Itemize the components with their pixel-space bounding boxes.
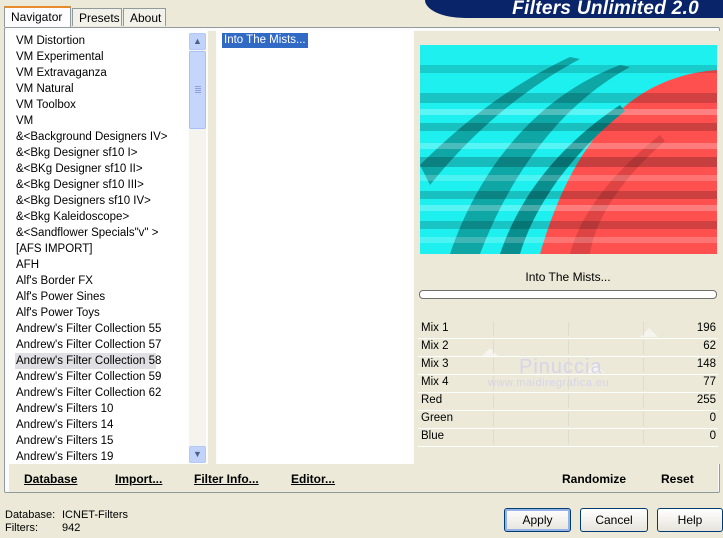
app-banner: Filters Unlimited 2.0 (425, 0, 723, 19)
progress-bar (419, 290, 717, 299)
filter-list-item[interactable]: VM Distortion (16, 33, 85, 49)
slider-tick (568, 322, 569, 336)
database-status-value: ICNET-Filters (62, 509, 128, 521)
watermark-name: Pinuccia (519, 356, 603, 378)
list-separator (208, 31, 216, 464)
filter-list-item[interactable]: &<BKg Designer sf10 II> (16, 161, 143, 177)
slider-tick (493, 340, 494, 354)
filter-list-item[interactable]: Andrew's Filter Collection 59 (16, 369, 161, 385)
filter-list-item[interactable]: VM Natural (16, 81, 74, 97)
filter-list-item[interactable]: Andrew's Filter Collection 57 (16, 337, 161, 353)
slider-label: Red (421, 394, 443, 406)
filter-list-item[interactable]: Alf's Power Sines (16, 289, 105, 305)
app-title: Filters Unlimited 2.0 (512, 0, 699, 19)
apply-button[interactable]: Apply (504, 508, 571, 532)
chevron-down-icon[interactable]: ▼ (189, 446, 206, 463)
slider-row[interactable]: Blue 0 (418, 428, 718, 447)
slider-tick (643, 322, 644, 336)
filter-name-label: Into The Mists... (525, 270, 611, 284)
slider-value: 0 (709, 430, 716, 442)
slider-label: Mix 3 (421, 358, 449, 370)
filter-list-item[interactable]: Alf's Border FX (16, 273, 93, 289)
filter-list-item[interactable]: VM Toolbox (16, 97, 76, 113)
effect-item-selected[interactable]: Into The Mists... (222, 33, 308, 48)
slider-value: 255 (696, 394, 716, 406)
filter-list-item[interactable]: Andrew's Filters 15 (16, 433, 113, 449)
slider-row[interactable]: Mix 2 62 (418, 338, 718, 357)
slider-label: Mix 2 (421, 340, 449, 352)
filter-list-item[interactable]: Andrew's Filters 10 (16, 401, 113, 417)
filter-list-item[interactable]: Alf's Power Toys (16, 305, 100, 321)
slider-tick (643, 412, 644, 426)
slider-label: Mix 1 (421, 322, 449, 334)
slider-row[interactable]: Red 255 (418, 392, 718, 411)
filter-list-item[interactable]: Andrew's Filters 14 (16, 417, 113, 433)
filter-list-item[interactable]: &<Bkg Designers sf10 IV> (16, 193, 151, 209)
filter-list-item[interactable]: Andrew's Filter Collection 58 (15, 353, 161, 369)
help-button[interactable]: Help (657, 508, 723, 532)
import-button[interactable]: Import... (115, 472, 162, 486)
slider-value: 62 (703, 340, 716, 352)
watermark-site: www.maidiregrafica.eu (488, 377, 610, 389)
slider-tick (643, 430, 644, 444)
slider-label: Mix 4 (421, 376, 449, 388)
slider-tick (493, 430, 494, 444)
filter-list-item[interactable]: Andrew's Filter Collection 62 (16, 385, 161, 401)
reset-button[interactable]: Reset (661, 472, 694, 486)
filters-count-label: Filters: (5, 522, 38, 534)
tab-navigator[interactable]: Navigator (4, 6, 71, 27)
filter-list-item[interactable]: AFH (16, 257, 39, 273)
slider-label: Blue (421, 430, 445, 442)
filter-list-item[interactable]: Andrew's Filters 19 (16, 449, 113, 465)
preview-image (420, 45, 717, 254)
scroll-thumb[interactable] (189, 51, 206, 129)
effect-list[interactable]: Into The Mists... (217, 31, 413, 464)
chevron-up-icon[interactable]: ▲ (189, 33, 206, 50)
filter-list-item[interactable]: &<Bkg Designer sf10 III> (16, 177, 144, 193)
slider-value: 0 (709, 412, 716, 424)
filter-list-item[interactable]: VM Experimental (16, 49, 104, 65)
slider-tick (643, 394, 644, 408)
slider-value: 196 (696, 322, 716, 334)
filter-list-item[interactable]: &<Bkg Designer sf10 I> (16, 145, 137, 161)
slider-tick (493, 394, 494, 408)
filter-list-item[interactable]: &<Background Designers IV> (16, 129, 168, 145)
slider-tick (643, 340, 644, 354)
filter-list-scrollbar[interactable]: ▲ ▼ (189, 33, 206, 463)
filter-category-list[interactable]: VM Distortion VM Experimental VM Extravaga… (9, 31, 207, 464)
filter-list-item[interactable]: VM Extravaganza (16, 65, 107, 81)
editor-button[interactable]: Editor... (291, 472, 335, 486)
filter-list-item[interactable]: Andrew's Filter Collection 55 (16, 321, 161, 337)
filter-list-item[interactable]: &<Sandflower Specials"v" > (16, 225, 158, 241)
slider-tick (568, 340, 569, 354)
filter-list-item[interactable]: VM (16, 113, 33, 129)
slider-value: 77 (703, 376, 716, 388)
slider-tick (493, 358, 494, 372)
slider-tick (493, 322, 494, 336)
slider-tick (493, 412, 494, 426)
database-status-label: Database: (5, 509, 56, 521)
slider-row[interactable]: Mix 1 196 (418, 320, 718, 339)
slider-tick (568, 412, 569, 426)
tab-about[interactable]: About (123, 8, 166, 26)
filters-count-value: 942 (62, 522, 81, 534)
database-button[interactable]: Database (24, 472, 77, 486)
cancel-button[interactable]: Cancel (580, 508, 648, 532)
filter-info-button[interactable]: Filter Info... (194, 472, 259, 486)
slider-row[interactable]: Green 0 (418, 410, 718, 429)
slider-tick (568, 430, 569, 444)
slider-label: Green (421, 412, 453, 424)
filter-list-item[interactable]: [AFS IMPORT] (16, 241, 92, 257)
slider-tick (643, 358, 644, 372)
randomize-button[interactable]: Randomize (562, 472, 626, 486)
filter-list-item[interactable]: &<Bkg Kaleidoscope> (16, 209, 129, 225)
slider-tick (568, 394, 569, 408)
slider-value: 148 (696, 358, 716, 370)
slider-tick (643, 376, 644, 390)
tab-presets[interactable]: Presets (72, 8, 122, 26)
